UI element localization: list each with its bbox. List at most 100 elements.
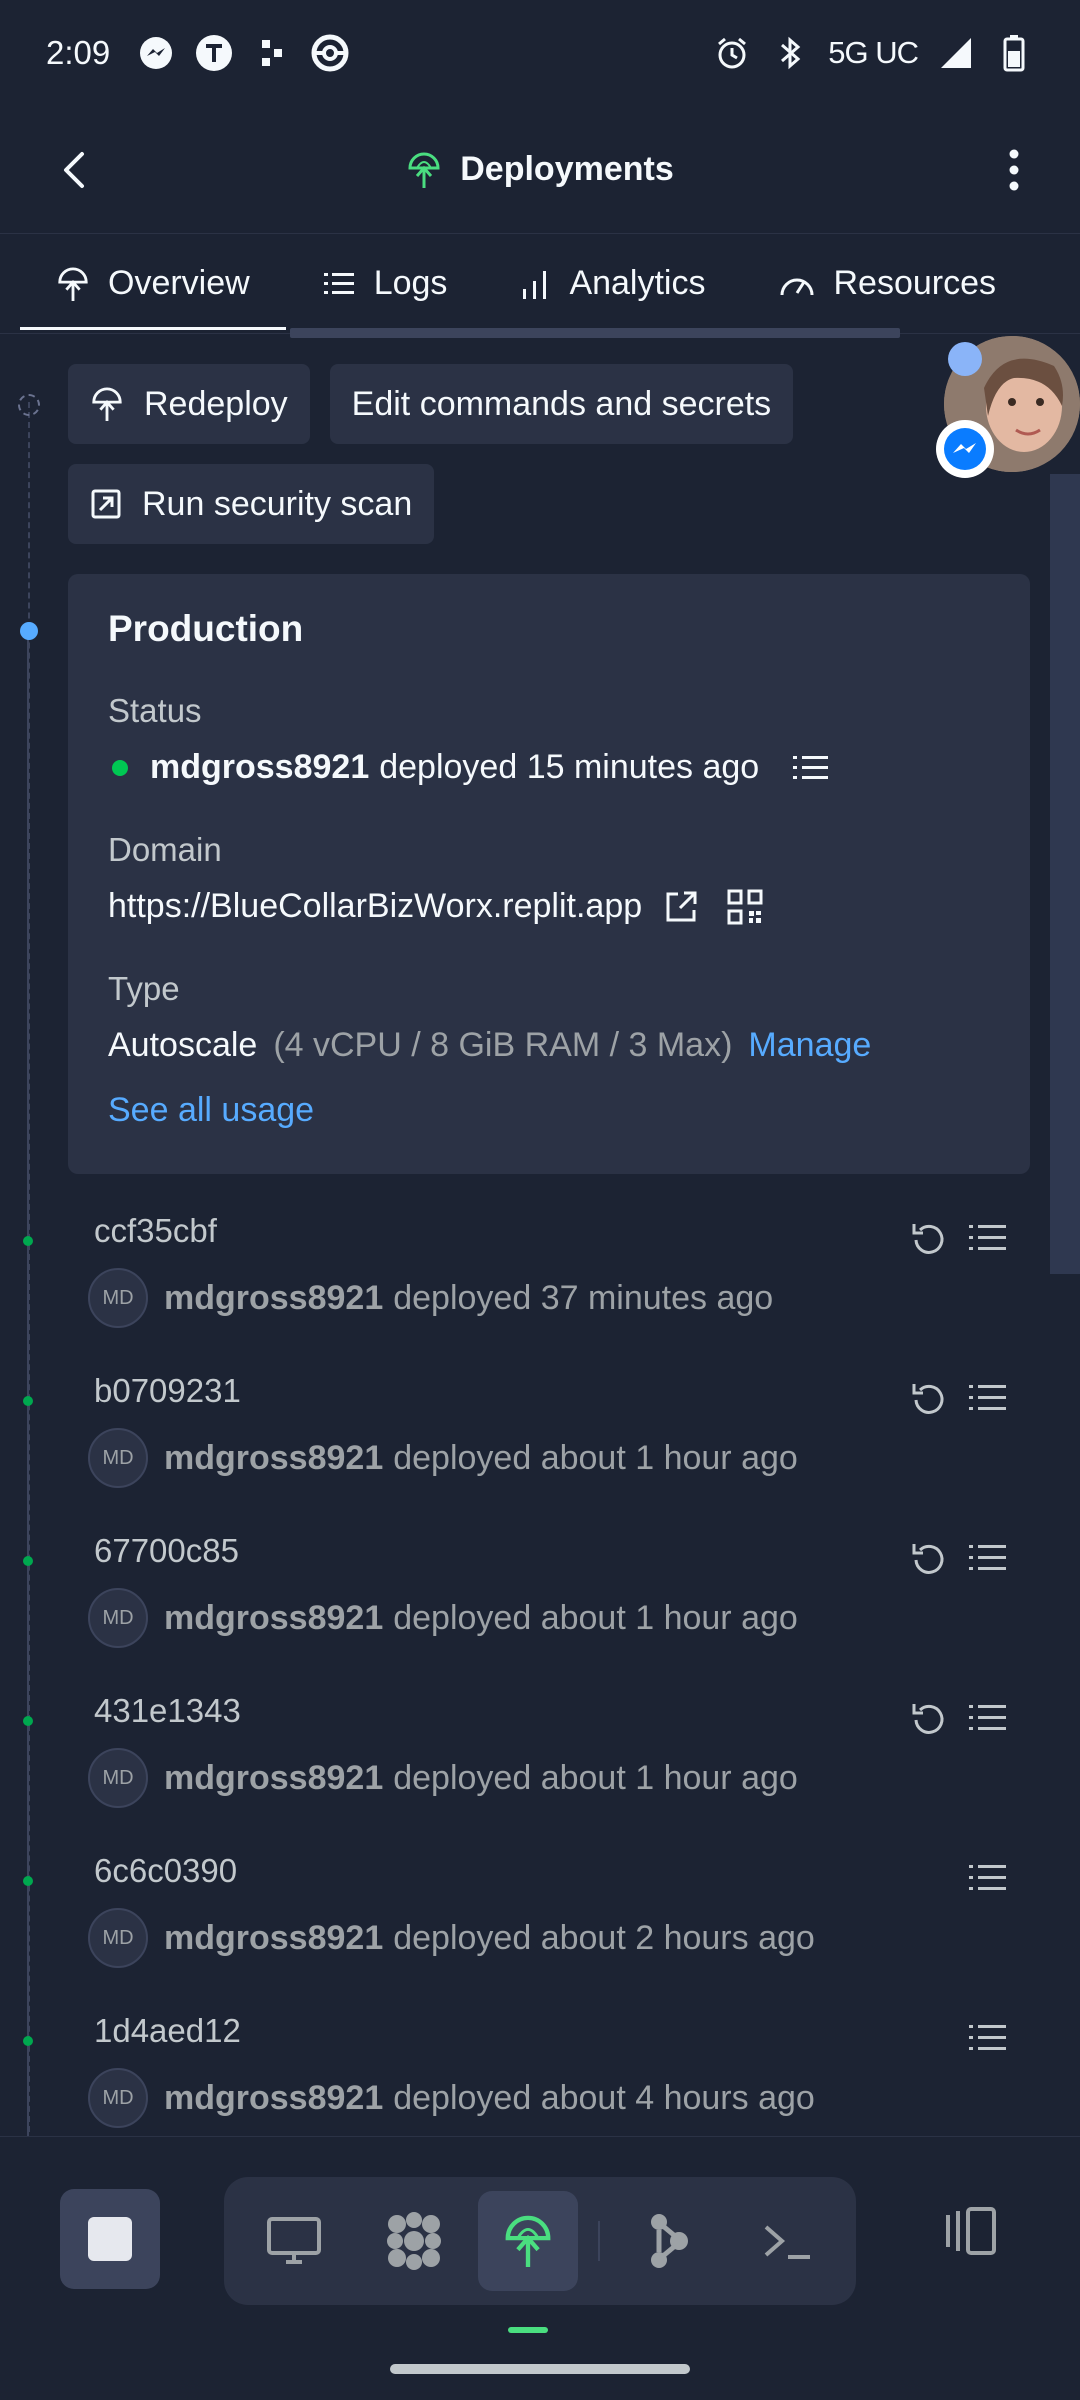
avatar: MD bbox=[88, 1588, 148, 1648]
pokeball-icon bbox=[310, 33, 350, 73]
deployment-time: deployed about 2 hours ago bbox=[393, 1918, 815, 1957]
status-indicator bbox=[112, 759, 128, 776]
status-bar: 2:09 5G UC bbox=[0, 0, 1080, 106]
overview-content: Redeploy Edit commands and secrets Run s… bbox=[0, 342, 1080, 2136]
deployment-item[interactable]: 67700c85 MD mdgross8921 deployed about 1 ho… bbox=[0, 1526, 1080, 1686]
deployment-user: mdgross8921 bbox=[164, 1918, 384, 1957]
chevron-left-icon bbox=[64, 152, 84, 188]
stop-icon bbox=[88, 2217, 132, 2261]
tab-logs[interactable]: Logs bbox=[286, 234, 484, 333]
chat-head-bubble[interactable] bbox=[936, 336, 1080, 478]
domain-row: https://BlueCollarBizWorx.replit.app bbox=[108, 887, 990, 926]
status-label: Status bbox=[108, 692, 202, 729]
tab-overview[interactable]: Overview bbox=[20, 234, 286, 333]
timeline-dot bbox=[23, 2036, 33, 2046]
messenger-icon bbox=[136, 33, 176, 73]
see-usage-link[interactable]: See all usage bbox=[108, 1091, 990, 1130]
tab-analytics[interactable]: Analytics bbox=[483, 234, 741, 333]
logs-list-icon[interactable] bbox=[966, 1378, 1010, 1422]
deployment-user: mdgross8921 bbox=[164, 1598, 384, 1637]
deployments-tool-button[interactable] bbox=[478, 2191, 578, 2291]
list-icon bbox=[322, 267, 356, 301]
rollback-icon[interactable] bbox=[906, 1538, 950, 1582]
rollback-icon[interactable] bbox=[906, 1698, 950, 1742]
redeploy-button[interactable]: Redeploy bbox=[68, 364, 310, 444]
back-button[interactable] bbox=[50, 144, 102, 196]
deployment-history: ccf35cbf MD mdgross8921 deployed 37 minutes… bbox=[0, 1206, 1080, 2136]
logs-list-icon[interactable] bbox=[966, 1218, 1010, 1262]
bluetooth-icon bbox=[770, 33, 810, 73]
deployment-meta: MD mdgross8921 deployed about 1 hour ago bbox=[88, 1428, 798, 1488]
tab-resources[interactable]: Resources bbox=[742, 234, 1033, 333]
signal-icon bbox=[936, 33, 976, 73]
type-detail: (4 vCPU / 8 GiB RAM / 3 Max) bbox=[273, 1026, 733, 1064]
tab-label: Analytics bbox=[569, 264, 706, 302]
deployment-item[interactable]: 6c6c0390 MD mdgross8921 deployed about 2 ho… bbox=[0, 1846, 1080, 2006]
qr-code-icon[interactable] bbox=[726, 888, 764, 926]
deploy-icon bbox=[505, 2215, 551, 2267]
security-scan-label: Run security scan bbox=[142, 484, 413, 523]
deploy-icon bbox=[406, 150, 442, 190]
bottom-navigation bbox=[0, 2136, 1080, 2333]
domain-link[interactable]: https://BlueCollarBizWorx.replit.app bbox=[108, 887, 642, 926]
network-label: 5G UC bbox=[828, 35, 919, 70]
deployment-time: deployed about 1 hour ago bbox=[393, 1438, 798, 1477]
messenger-icon bbox=[936, 420, 994, 478]
deployment-user: mdgross8921 bbox=[164, 2078, 384, 2117]
deployment-user: mdgross8921 bbox=[164, 1438, 384, 1477]
logs-list-icon[interactable] bbox=[791, 751, 831, 785]
tab-scroll-indicator bbox=[290, 328, 900, 338]
deployment-item[interactable]: b0709231 MD mdgross8921 deployed about 1 ho… bbox=[0, 1366, 1080, 1526]
battery-icon bbox=[994, 33, 1034, 73]
deployment-item[interactable]: 1d4aed12 MD mdgross8921 deployed about 4 ho… bbox=[0, 2006, 1080, 2136]
shell-tool-button[interactable] bbox=[738, 2191, 838, 2291]
deployment-item[interactable]: ccf35cbf MD mdgross8921 deployed 37 minutes… bbox=[0, 1206, 1080, 1366]
git-tool-button[interactable] bbox=[618, 2191, 718, 2291]
security-scan-button[interactable]: Run security scan bbox=[68, 464, 435, 544]
app-header: Deployments bbox=[0, 106, 1080, 234]
type-label: Type bbox=[108, 970, 180, 1007]
deployment-time: deployed about 1 hour ago bbox=[393, 1598, 798, 1637]
external-scan-icon bbox=[90, 488, 122, 520]
external-link-icon[interactable] bbox=[662, 888, 700, 926]
timeline-dot bbox=[23, 1876, 33, 1886]
page-title: Deployments bbox=[460, 150, 674, 188]
edit-commands-button[interactable]: Edit commands and secrets bbox=[329, 364, 794, 444]
timeline-node-current bbox=[20, 622, 38, 640]
redeploy-label: Redeploy bbox=[144, 384, 288, 423]
deployment-hash: b0709231 bbox=[94, 1372, 241, 1409]
webview-tool-button[interactable] bbox=[244, 2191, 344, 2291]
tab-label: Logs bbox=[373, 264, 448, 302]
avatar: MD bbox=[88, 1908, 148, 1968]
logs-list-icon[interactable] bbox=[966, 2018, 1010, 2062]
deployment-hash: 6c6c0390 bbox=[94, 1852, 238, 1889]
panel-layout-button[interactable] bbox=[940, 2201, 1000, 2261]
status-row: mdgross8921 deployed 15 minutes ago bbox=[108, 748, 990, 787]
deployment-hash: ccf35cbf bbox=[94, 1212, 217, 1249]
files-tool-button[interactable] bbox=[364, 2191, 464, 2291]
more-vertical-icon bbox=[1009, 149, 1019, 191]
rollback-icon[interactable] bbox=[906, 1378, 950, 1422]
rollback-icon[interactable] bbox=[906, 1218, 950, 1262]
avatar: MD bbox=[88, 1748, 148, 1808]
deployment-meta: MD mdgross8921 deployed about 4 hours ago bbox=[88, 2068, 815, 2128]
scrollbar[interactable] bbox=[1050, 474, 1080, 1274]
tab-bar: Overview Logs Analytics Resources bbox=[0, 234, 1080, 334]
timeline-dot bbox=[23, 1396, 33, 1406]
home-gesture-bar[interactable] bbox=[390, 2364, 690, 2374]
manage-link[interactable]: Manage bbox=[748, 1026, 871, 1065]
logs-list-icon[interactable] bbox=[966, 1698, 1010, 1742]
more-options-button[interactable] bbox=[986, 142, 1042, 198]
stop-button[interactable] bbox=[60, 2189, 160, 2289]
logs-list-icon[interactable] bbox=[966, 1538, 1010, 1582]
deployment-item[interactable]: 431e1343 MD mdgross8921 deployed about 1 ho… bbox=[0, 1686, 1080, 1846]
status-user: mdgross8921 bbox=[150, 748, 370, 786]
deployment-user: mdgross8921 bbox=[164, 1278, 384, 1317]
git-branch-icon bbox=[651, 2214, 688, 2268]
avatar: MD bbox=[88, 1428, 148, 1488]
tmobile-icon bbox=[194, 33, 234, 73]
deployment-meta: MD mdgross8921 deployed about 1 hour ago bbox=[88, 1588, 798, 1648]
production-card: Production Status mdgross8921 deployed 1… bbox=[68, 574, 1030, 1174]
logs-list-icon[interactable] bbox=[966, 1858, 1010, 1902]
tool-switcher bbox=[224, 2177, 856, 2305]
